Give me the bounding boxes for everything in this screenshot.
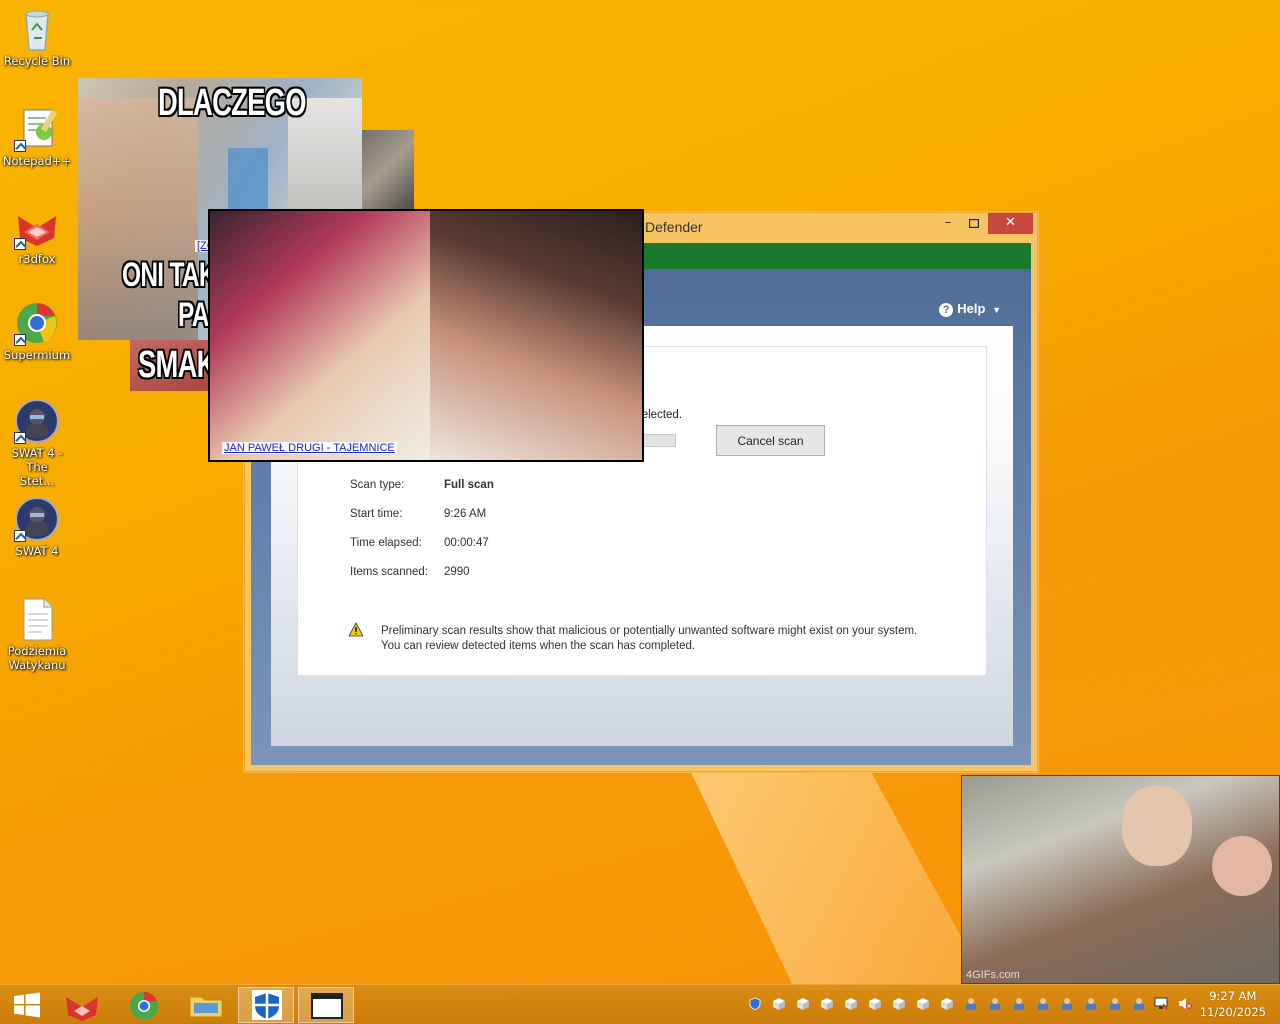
users-tray-icon[interactable]: [1084, 997, 1098, 1010]
shortcut-arrow-icon: [14, 432, 26, 444]
speaker-muted-icon[interactable]: [1178, 997, 1192, 1010]
swat4-icon: [14, 496, 60, 542]
text-document-icon: [14, 596, 60, 642]
warning-line-2: You can review detected items when the s…: [381, 640, 696, 652]
notepadpp-icon: [14, 106, 60, 152]
window-title: Defender: [645, 219, 703, 235]
package-tray-icon[interactable]: [916, 997, 930, 1010]
desktop-icon-label: SWAT 4: [15, 544, 59, 558]
items-scanned-label: Items scanned:: [350, 566, 428, 578]
help-menu[interactable]: ? Help ▼: [939, 301, 1001, 317]
shortcut-arrow-icon: [14, 530, 26, 542]
file-explorer-taskbar-button[interactable]: [178, 987, 234, 1023]
desktop-icon-supermium[interactable]: Supermium: [0, 300, 74, 362]
gif-video-popup[interactable]: 4GIFs.com: [961, 775, 1280, 984]
desktop-icon-label: SWAT 4 - The Stet...: [11, 446, 63, 488]
shortcut-arrow-icon: [14, 334, 26, 346]
scan-type-value: Full scan: [444, 479, 494, 491]
help-icon: ?: [939, 303, 954, 317]
desktop-icon-swat4[interactable]: SWAT 4: [0, 496, 74, 558]
r3dfox-taskbar-button[interactable]: [54, 987, 110, 1023]
smakow-caption: SMAKO: [138, 344, 210, 386]
scan-type-row: Scan type: Full scan: [350, 479, 494, 491]
desktop-icon-recycle-bin[interactable]: Recycle Bin: [0, 6, 74, 68]
gif-photo-face: [1122, 786, 1192, 866]
shield-icon: [252, 990, 282, 1020]
desktop-icon-label: Recycle Bin: [3, 54, 71, 68]
windows-logo-icon: [14, 992, 40, 1018]
close-button[interactable]: ✕: [988, 213, 1033, 234]
package-tray-icon[interactable]: [868, 997, 882, 1010]
folder-icon: [189, 996, 223, 1018]
package-tray-icon[interactable]: [796, 997, 810, 1010]
taskbar: 9:27 AM 11/20/2025: [0, 984, 1280, 1024]
time-elapsed-label: Time elapsed:: [350, 537, 422, 549]
warning-line-1: Preliminary scan results show that malic…: [381, 625, 918, 637]
users-tray-icon[interactable]: [964, 997, 978, 1010]
gif-watermark: 4GIFs.com: [966, 969, 1020, 981]
network-tray-icon[interactable]: [1154, 997, 1168, 1010]
users-tray-icon[interactable]: [1036, 997, 1050, 1010]
jp2-link[interactable]: JAN PAWEŁ DRUGI - TAJEMNICE: [222, 442, 397, 454]
items-scanned-row: Items scanned: 2990: [350, 566, 470, 578]
shortcut-arrow-icon: [14, 238, 26, 250]
jp2-photo-left: [210, 211, 440, 460]
taskbar-clock[interactable]: 9:27 AM 11/20/2025: [1200, 988, 1266, 1020]
desktop-icon-swat4-stetchkov[interactable]: SWAT 4 - The Stet...: [0, 398, 74, 488]
cancel-scan-button[interactable]: Cancel scan: [716, 425, 825, 456]
pigeon-image-popup[interactable]: [355, 130, 414, 210]
recycle-bin-icon: [14, 6, 60, 52]
users-tray-icon[interactable]: [1132, 997, 1146, 1010]
users-tray-icon[interactable]: [1060, 997, 1074, 1010]
desktop-icon-podziemia-watykanu[interactable]: Podziemia Watykanu: [0, 596, 74, 672]
scan-type-label: Scan type:: [350, 479, 405, 491]
window-taskbar-button[interactable]: [298, 987, 354, 1023]
chevron-down-icon: ▼: [992, 305, 1001, 315]
defender-tray-icon[interactable]: [748, 997, 762, 1010]
package-tray-icon[interactable]: [772, 997, 786, 1010]
start-time-label: Start time:: [350, 508, 403, 520]
desktop-icon-label: Podziemia Watykanu: [7, 644, 67, 672]
warning-icon: [348, 622, 364, 637]
clock-date: 11/20/2025: [1199, 1005, 1266, 1019]
desktop-icon-label: Supermium: [3, 348, 71, 362]
supermium-taskbar-button[interactable]: [116, 987, 172, 1023]
maximize-button[interactable]: [959, 213, 989, 234]
smakow-meme-popup[interactable]: SMAKO: [130, 340, 210, 391]
desktop-icon-label: r3dfox: [18, 252, 56, 266]
r3dfox-icon: [14, 204, 60, 250]
start-time-value: 9:26 AM: [444, 508, 487, 520]
defender-taskbar-button[interactable]: [238, 987, 294, 1023]
users-tray-icon[interactable]: [1108, 997, 1122, 1010]
clock-time: 9:27 AM: [1209, 989, 1257, 1003]
supermium-icon: [130, 992, 158, 1020]
desktop-icon-r3dfox[interactable]: r3dfox: [0, 204, 74, 266]
time-elapsed-row: Time elapsed: 00:00:47: [350, 537, 489, 549]
start-time-row: Start time: 9:26 AM: [350, 508, 486, 520]
application-window-icon: [311, 993, 343, 1019]
time-elapsed-value: 00:00:47: [444, 537, 489, 549]
meme-caption-top: DLACZEGO: [158, 82, 306, 124]
supermium-icon: [14, 300, 60, 346]
package-tray-icon[interactable]: [940, 997, 954, 1010]
desktop-icon-notepadpp[interactable]: Notepad++: [0, 106, 74, 168]
users-tray-icon[interactable]: [988, 997, 1002, 1010]
gif-photo-face-2: [1212, 836, 1272, 896]
start-button[interactable]: [0, 987, 56, 1023]
jp2-video-popup[interactable]: JAN PAWEŁ DRUGI - TAJEMNICE: [208, 209, 644, 462]
swat4-icon: [14, 398, 60, 444]
jp2-photo-right: [430, 211, 642, 460]
warning-message: Preliminary scan results show that malic…: [381, 624, 917, 654]
r3dfox-icon: [66, 997, 98, 1021]
items-scanned-value: 2990: [444, 566, 470, 578]
package-tray-icon[interactable]: [820, 997, 834, 1010]
shortcut-arrow-icon: [14, 140, 26, 152]
desktop-icon-label: Notepad++: [2, 154, 72, 168]
package-tray-icon[interactable]: [892, 997, 906, 1010]
package-tray-icon[interactable]: [844, 997, 858, 1010]
users-tray-icon[interactable]: [1012, 997, 1026, 1010]
help-label: Help: [957, 301, 986, 316]
